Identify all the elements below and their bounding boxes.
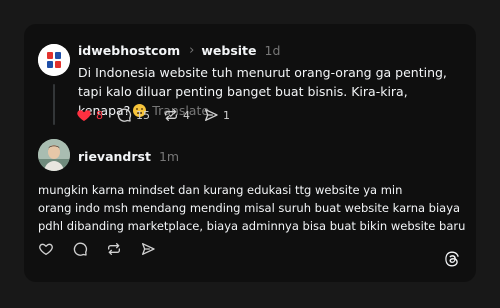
post-time: 1d	[264, 42, 281, 58]
reply-text-line: orang indo msh mendang mending misal sur…	[38, 201, 461, 215]
send-icon	[205, 109, 218, 121]
heart-filled-icon	[77, 110, 91, 121]
reply-body: mungkin karna mindset dan kurang edukasi…	[38, 181, 468, 235]
avatar[interactable]	[38, 44, 70, 76]
reply-username[interactable]: rievandrst	[78, 149, 151, 164]
threads-at-icon	[445, 251, 459, 267]
send-icon	[142, 243, 155, 255]
like-button[interactable]	[38, 241, 54, 257]
like-count: 8	[96, 108, 103, 122]
reply-time: 1m	[158, 148, 180, 164]
idwebhost-logo	[38, 44, 70, 76]
reply-actions	[38, 240, 174, 258]
heart-icon	[39, 243, 53, 255]
post-topic[interactable]: website	[201, 43, 256, 58]
topic-separator: ›	[189, 42, 195, 58]
repost-icon	[165, 109, 177, 121]
share-button[interactable]: 1	[203, 107, 230, 123]
repost-icon	[108, 243, 120, 255]
reply-text-line: pdhl dibanding marketplace, biaya adminn…	[38, 219, 466, 233]
comment-icon	[117, 108, 132, 122]
repost-count: 4	[183, 108, 190, 122]
post-header: idwebhostcom › website 1d	[78, 41, 280, 59]
repost-button[interactable]	[106, 241, 122, 257]
thread-card: idwebhostcom › website 1d Di Indonesia w…	[24, 24, 476, 282]
reply-button[interactable]: 15	[116, 107, 150, 123]
post-username[interactable]: idwebhostcom	[78, 43, 180, 58]
repost-button[interactable]: 4	[163, 107, 190, 123]
like-button[interactable]: 8	[76, 107, 103, 123]
reply-header: rievandrst 1m	[78, 147, 179, 165]
reply-text-line: mungkin karna mindset dan kurang edukasi…	[38, 183, 403, 197]
reply-button[interactable]	[72, 241, 88, 257]
share-count: 1	[223, 108, 230, 122]
user-photo-avatar	[38, 139, 70, 171]
avatar[interactable]	[38, 139, 70, 171]
threads-logo-icon[interactable]	[442, 249, 462, 273]
reply-count: 15	[136, 108, 150, 122]
post-actions: 8 15 4 1	[76, 106, 243, 124]
comment-icon	[73, 242, 88, 256]
share-button[interactable]	[140, 241, 156, 257]
thread-connector-line	[53, 84, 55, 125]
